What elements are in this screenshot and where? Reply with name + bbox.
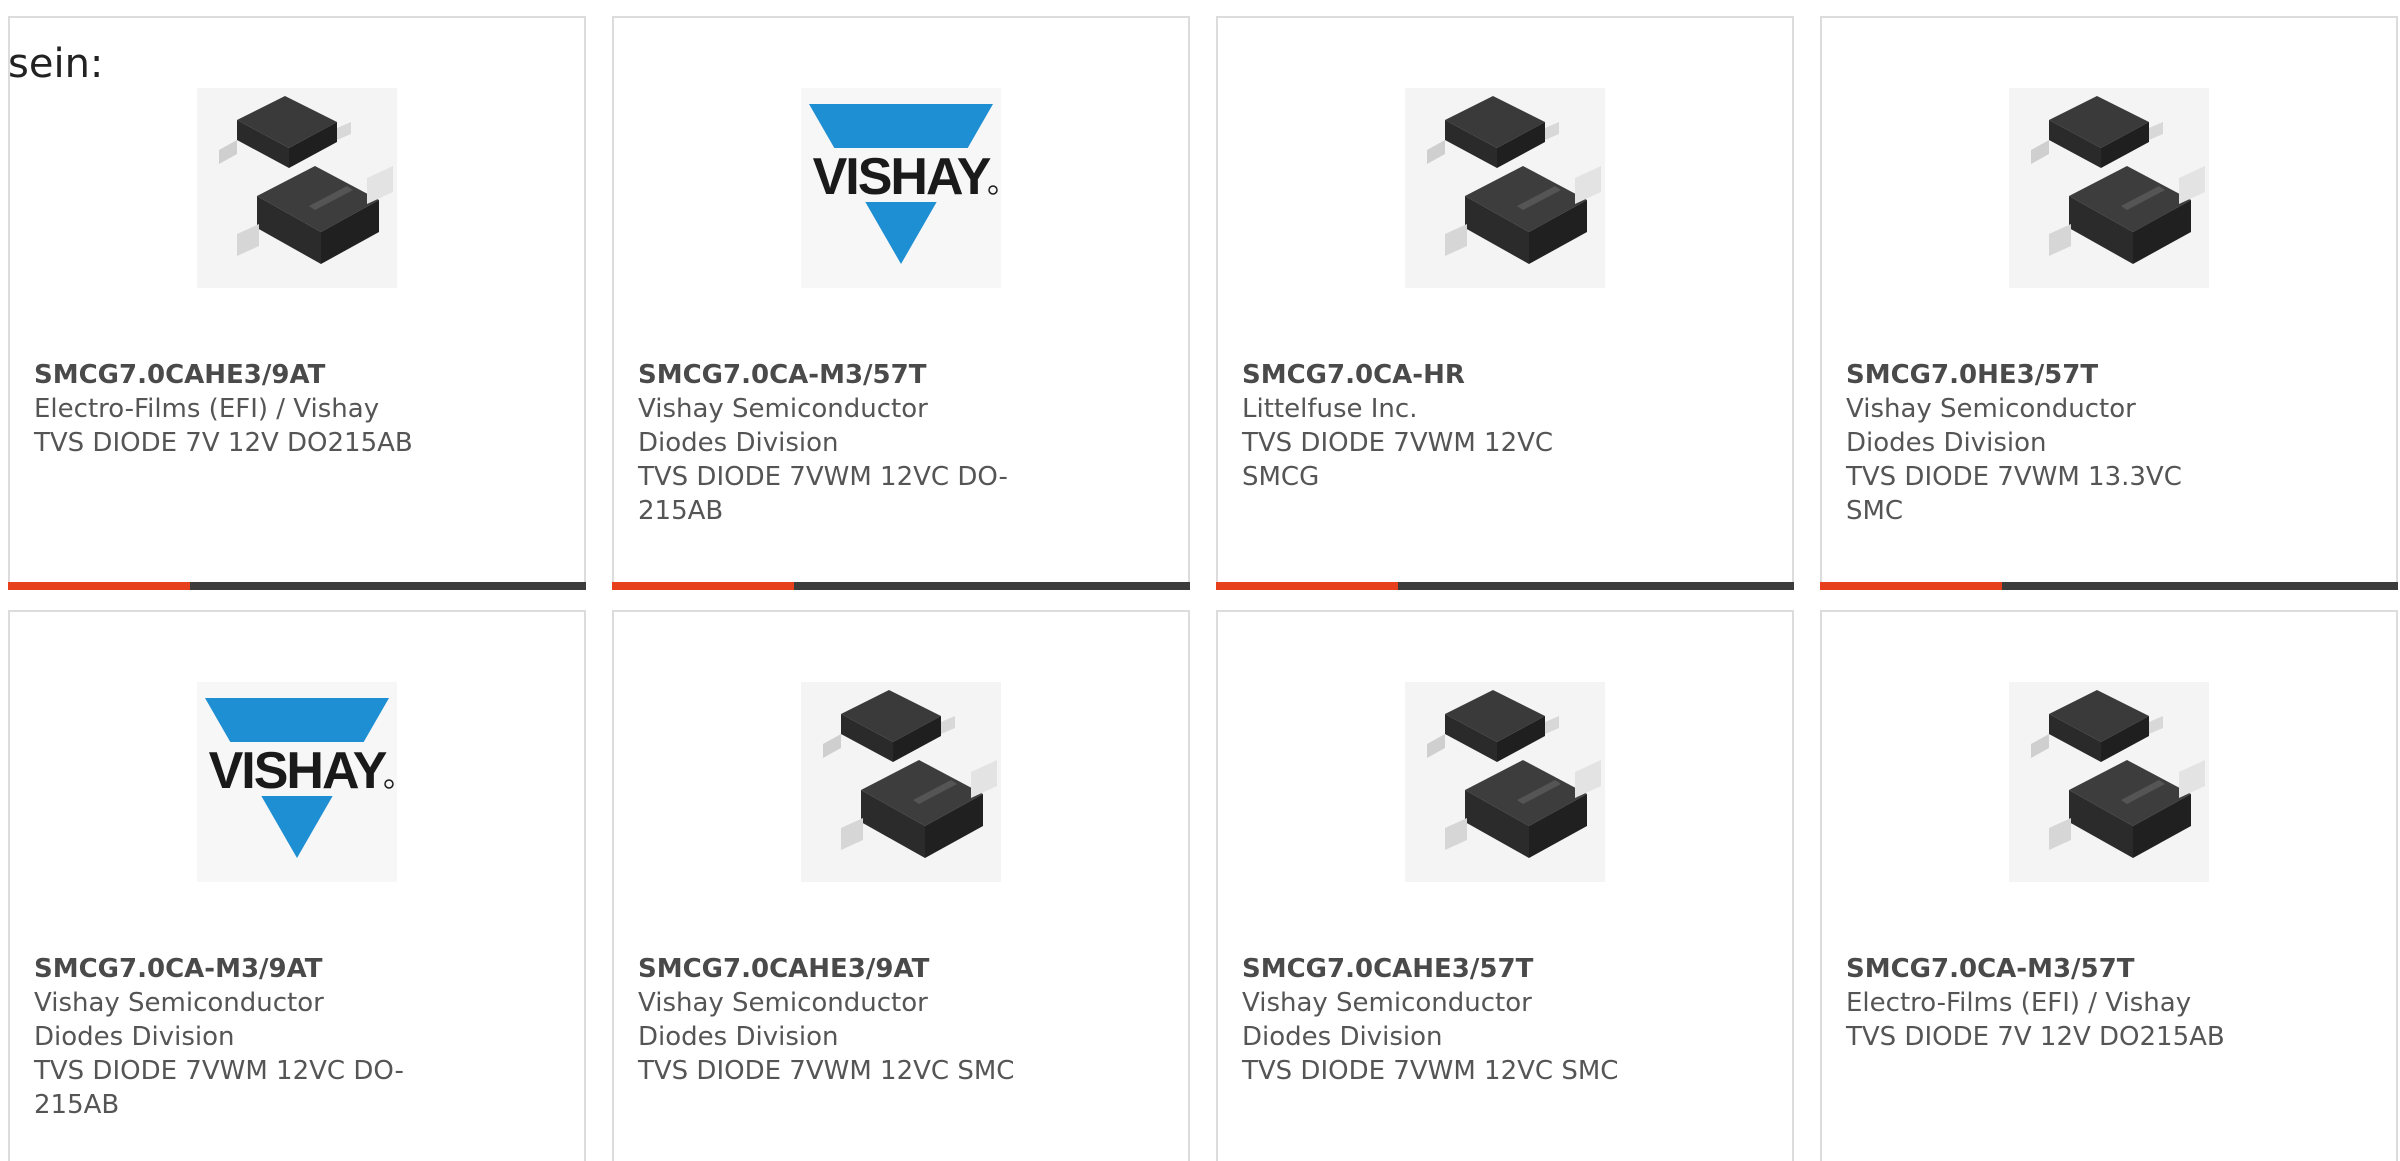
vishay-logo: VISHAY — [197, 682, 397, 882]
product-card[interactable]: VISHAY SMCG7.0CA-M3/57T Vishay Semicondu… — [612, 16, 1190, 590]
manufacturer: Vishay Semiconductor Diodes Division — [638, 394, 928, 458]
card-bottom-bar — [8, 582, 586, 590]
manufacturer: Vishay Semiconductor Diodes Division — [1242, 988, 1532, 1052]
description: TVS DIODE 7V 12V DO215AB — [34, 428, 413, 458]
product-card[interactable]: SMCG7.0CAHE3/9AT Vishay Semiconductor Di… — [612, 610, 1190, 1161]
product-card[interactable]: SMCG7.0HE3/57T Vishay Semiconductor Diod… — [1820, 16, 2398, 590]
manufacturer: Littelfuse Inc. — [1242, 394, 1418, 424]
description: TVS DIODE 7VWM 12VC SMC — [1242, 1056, 1619, 1086]
product-grid-page: sein: SMCG7.0CAHE3/9AT Electro-Films (EF… — [0, 0, 2400, 1161]
manufacturer: Electro-Films (EFI) / Vishay — [34, 394, 380, 424]
diode-package-icon — [1405, 88, 1605, 288]
part-number[interactable]: SMCG7.0CA-HR — [1242, 358, 1622, 392]
description: TVS DIODE 7VWM 12VC DO-215AB — [34, 1056, 404, 1120]
product-grid: SMCG7.0CAHE3/9AT Electro-Films (EFI) / V… — [8, 16, 2400, 1161]
product-card[interactable]: SMCG7.0CAHE3/9AT Electro-Films (EFI) / V… — [8, 16, 586, 590]
product-card[interactable]: SMCG7.0CA-M3/57T Electro-Films (EFI) / V… — [1820, 610, 2398, 1161]
part-number[interactable]: SMCG7.0HE3/57T — [1846, 358, 2226, 392]
part-number[interactable]: SMCG7.0CAHE3/9AT — [34, 358, 414, 392]
card-bottom-bar — [1820, 582, 2398, 590]
vishay-logo: VISHAY — [801, 88, 1001, 288]
part-number[interactable]: SMCG7.0CA-M3/57T — [1846, 952, 2226, 986]
manufacturer: Vishay Semiconductor Diodes Division — [638, 988, 928, 1052]
part-number[interactable]: SMCG7.0CAHE3/57T — [1242, 952, 1622, 986]
manufacturer: Electro-Films (EFI) / Vishay — [1846, 988, 2192, 1018]
manufacturer: Vishay Semiconductor Diodes Division — [1846, 394, 2136, 458]
card-bottom-bar — [612, 582, 1190, 590]
part-number[interactable]: SMCG7.0CA-M3/57T — [638, 358, 1018, 392]
svg-text:VISHAY: VISHAY — [813, 148, 991, 206]
diode-package-icon — [1405, 682, 1605, 882]
description: TVS DIODE 7VWM 12VC SMCG — [1242, 428, 1554, 492]
diode-package-icon — [2009, 88, 2209, 288]
product-card[interactable]: SMCG7.0CAHE3/57T Vishay Semiconductor Di… — [1216, 610, 1794, 1161]
manufacturer: Vishay Semiconductor Diodes Division — [34, 988, 324, 1052]
description: TVS DIODE 7VWM 13.3VC SMC — [1846, 462, 2182, 526]
description: TVS DIODE 7VWM 12VC DO-215AB — [638, 462, 1008, 526]
svg-text:VISHAY: VISHAY — [209, 742, 387, 800]
part-number[interactable]: SMCG7.0CA-M3/9AT — [34, 952, 414, 986]
diode-package-icon — [801, 682, 1001, 882]
product-card[interactable]: VISHAY SMCG7.0CA-M3/9AT Vishay Semicondu… — [8, 610, 586, 1161]
description: TVS DIODE 7V 12V DO215AB — [1846, 1022, 2225, 1052]
product-card[interactable]: SMCG7.0CA-HR Littelfuse Inc. TVS DIODE 7… — [1216, 16, 1794, 590]
part-number[interactable]: SMCG7.0CAHE3/9AT — [638, 952, 1018, 986]
description: TVS DIODE 7VWM 12VC SMC — [638, 1056, 1015, 1086]
diode-package-icon — [2009, 682, 2209, 882]
diode-package-icon — [197, 88, 397, 288]
intro-text: sein: — [8, 41, 104, 87]
card-bottom-bar — [1216, 582, 1794, 590]
